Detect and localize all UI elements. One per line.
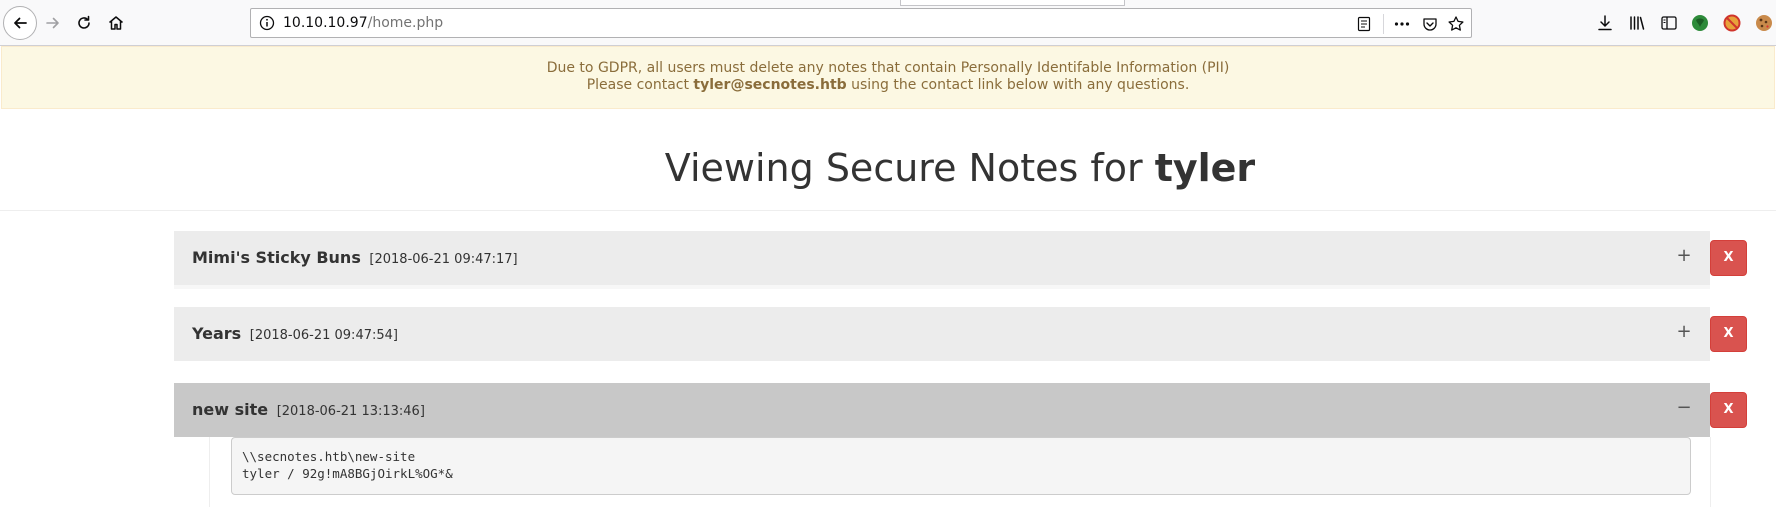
heading-divider [0, 210, 1776, 211]
site-info-icon[interactable] [259, 15, 275, 35]
reader-view-icon[interactable] [1355, 15, 1373, 33]
back-button[interactable] [3, 6, 37, 40]
note-header-mimis-sticky-buns[interactable]: Mimi's Sticky Buns [2018-06-21 09:47:17]… [174, 231, 1710, 285]
delete-note-button[interactable]: X [1710, 240, 1747, 276]
note-title: Years [2018-06-21 09:47:54] [192, 324, 398, 343]
page-title: Viewing Secure Notes for tyler [0, 146, 1776, 190]
url-path: /home.php [367, 15, 444, 31]
home-icon [109, 16, 123, 30]
home-button[interactable] [104, 11, 128, 35]
tab-edge [900, 0, 1125, 6]
library-icon[interactable] [1627, 13, 1647, 33]
note-header-years[interactable]: Years [2018-06-21 09:47:54] + [174, 307, 1710, 361]
note-date: [2018-06-21 09:47:54] [249, 328, 398, 343]
urlbar-separator [1383, 14, 1384, 34]
blocker-extension-icon[interactable] [1722, 13, 1742, 33]
note-content-line-1: \\secnotes.htb\new-site [242, 449, 416, 464]
note-title: new site [2018-06-21 13:13:46] [192, 400, 425, 419]
pocket-icon[interactable] [1421, 15, 1439, 33]
expand-icon[interactable]: + [1676, 245, 1692, 266]
banner-line-2: Please contact tyler@secnotes.htb using … [2, 77, 1774, 93]
url-text[interactable]: 10.10.10.97/home.php [283, 15, 443, 31]
banner-line-1: Due to GDPR, all users must delete any n… [546, 60, 1230, 76]
delete-note-button[interactable]: X [1710, 316, 1747, 352]
url-bar[interactable]: 10.10.10.97/home.php [250, 8, 1472, 38]
note-title-text: Years [192, 324, 242, 343]
gdpr-alert-banner: Due to GDPR, all users must delete any n… [1, 46, 1775, 109]
banner-contact-suffix: using the contact link below with any qu… [846, 77, 1190, 93]
forward-button[interactable] [41, 11, 65, 35]
note-content-line-2: tyler / 92g!mA8BGjOirkL%OG*& [242, 466, 453, 481]
banner-contact-email: tyler@secnotes.htb [693, 77, 847, 93]
banner-contact-prefix: Please contact [586, 77, 694, 93]
url-host: 10.10.10.97 [283, 15, 368, 31]
page-title-prefix: Viewing Secure Notes for [664, 146, 1155, 190]
page-actions-icon[interactable] [1393, 15, 1411, 33]
note-header-new-site[interactable]: new site [2018-06-21 13:13:46] − [174, 383, 1710, 437]
note-content: \\secnotes.htb\new-site tyler / 92g!mA8BG… [231, 437, 1691, 495]
reload-icon [78, 15, 90, 29]
forward-arrow-icon [46, 17, 59, 29]
back-arrow-icon [14, 17, 27, 29]
page-title-username: tyler [1154, 146, 1256, 190]
delete-note-button[interactable]: X [1710, 392, 1747, 428]
downloads-icon[interactable] [1595, 13, 1615, 33]
browser-toolbar: 10.10.10.97/home.php [0, 0, 1776, 46]
cookie-extension-icon[interactable] [1754, 13, 1774, 33]
note-title-text: Mimi's Sticky Buns [192, 248, 361, 267]
note-title: Mimi's Sticky Buns [2018-06-21 09:47:17] [192, 248, 518, 267]
sidebar-icon[interactable] [1659, 13, 1679, 33]
note-collapsed-edge [174, 285, 1710, 289]
green-extension-icon[interactable] [1690, 13, 1710, 33]
expand-icon[interactable]: + [1676, 321, 1692, 342]
note-date: [2018-06-21 09:47:17] [369, 252, 518, 267]
reload-button[interactable] [72, 11, 96, 35]
note-date: [2018-06-21 13:13:46] [276, 404, 425, 419]
collapse-icon[interactable]: − [1676, 397, 1692, 418]
note-body: \\secnotes.htb\new-site tyler / 92g!mA8BG… [209, 437, 1711, 507]
bookmark-star-icon[interactable] [1447, 15, 1465, 33]
note-title-text: new site [192, 400, 269, 419]
